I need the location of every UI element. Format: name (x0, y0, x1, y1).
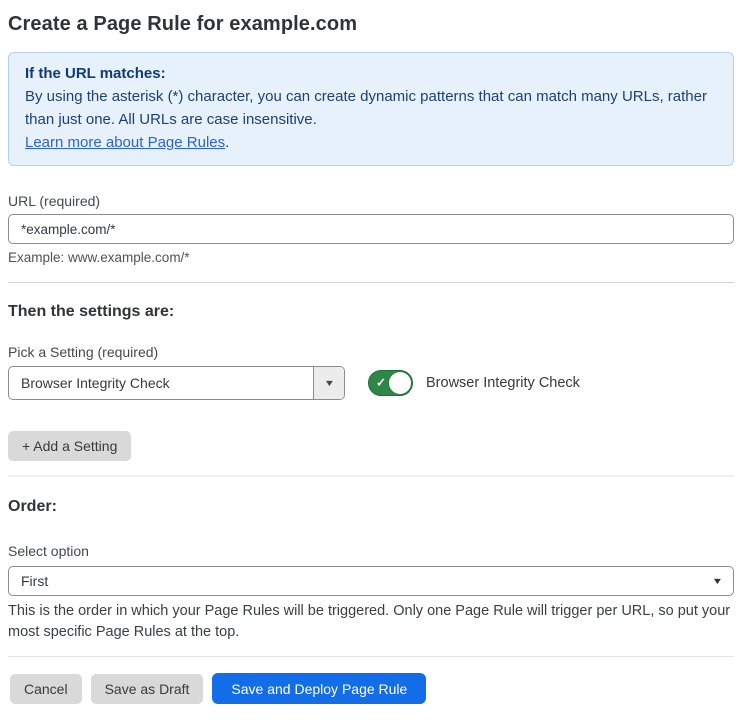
order-select[interactable]: First ▼ (8, 566, 734, 596)
info-box-body: By using the asterisk (*) character, you… (25, 85, 717, 131)
link-suffix: . (225, 134, 229, 151)
url-match-info-box: If the URL matches: By using the asteris… (8, 52, 734, 166)
order-select-value: First (21, 573, 48, 589)
url-label: URL (required) (8, 193, 734, 209)
info-link-line: Learn more about Page Rules. (25, 131, 717, 154)
check-icon: ✓ (376, 376, 386, 390)
cancel-button[interactable]: Cancel (10, 674, 82, 704)
divider (8, 475, 734, 477)
add-setting-button[interactable]: + Add a Setting (8, 431, 131, 461)
settings-section-heading: Then the settings are: (8, 303, 734, 321)
setting-dropdown-value: Browser Integrity Check (9, 367, 313, 399)
toggle-group: ✓ Browser Integrity Check (368, 370, 580, 396)
setting-dropdown-arrow-button[interactable]: ▼ (313, 367, 344, 399)
order-helper-text: This is the order in which your Page Rul… (8, 601, 734, 643)
select-arrow-icon: ▼ (712, 576, 724, 586)
page-title: Create a Page Rule for example.com (8, 13, 734, 36)
pick-setting-label: Pick a Setting (required) (8, 344, 734, 360)
info-box-heading: If the URL matches: (25, 62, 717, 85)
setting-row: Browser Integrity Check ▼ ✓ Browser Inte… (8, 366, 734, 400)
learn-more-link[interactable]: Learn more about Page Rules (25, 134, 225, 151)
select-option-label: Select option (8, 543, 734, 559)
footer-actions: Cancel Save as Draft Save and Deploy Pag… (8, 673, 734, 704)
setting-dropdown[interactable]: Browser Integrity Check ▼ (8, 366, 345, 400)
divider (8, 656, 734, 657)
url-input[interactable] (8, 214, 734, 244)
chevron-down-icon: ▼ (323, 378, 335, 388)
toggle-label: Browser Integrity Check (426, 375, 580, 391)
divider (8, 282, 734, 283)
browser-integrity-toggle[interactable]: ✓ (368, 370, 413, 396)
order-section-heading: Order: (8, 498, 734, 516)
url-example-helper: Example: www.example.com/* (8, 250, 734, 265)
create-page-rule-form: Create a Page Rule for example.com If th… (0, 0, 750, 704)
save-deploy-button[interactable]: Save and Deploy Page Rule (212, 673, 426, 704)
save-draft-button[interactable]: Save as Draft (91, 674, 204, 704)
toggle-knob (389, 372, 411, 394)
